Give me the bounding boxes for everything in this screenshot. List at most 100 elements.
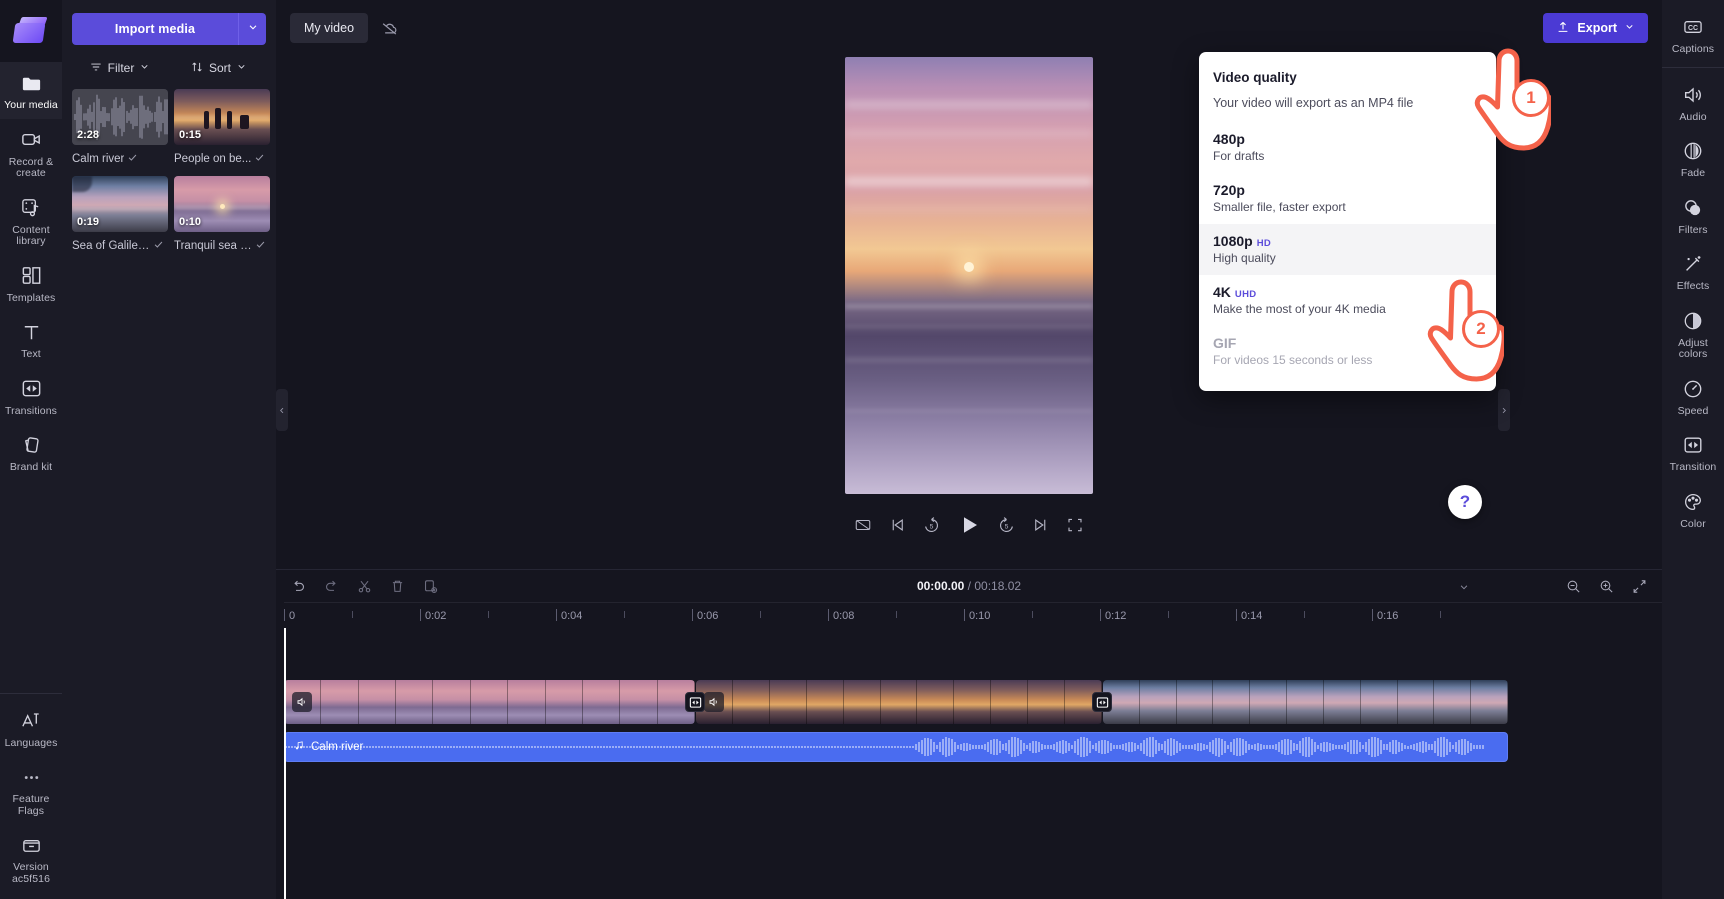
- cc-icon: CC: [1681, 15, 1705, 39]
- transition-marker[interactable]: [685, 692, 705, 712]
- sidebar-item-text[interactable]: Text: [0, 311, 62, 368]
- palette-icon: [1681, 490, 1705, 514]
- export-label: Export: [1577, 21, 1617, 35]
- right-item-filters[interactable]: Filters: [1662, 187, 1724, 244]
- sidebar-label: Feature Flags: [12, 793, 50, 817]
- sort-label: Sort: [208, 61, 231, 75]
- collapse-chevron-icon[interactable]: [1456, 580, 1472, 595]
- redo-icon[interactable]: [323, 578, 340, 595]
- right-item-speed[interactable]: Speed: [1662, 368, 1724, 425]
- export-button[interactable]: Export: [1543, 13, 1648, 43]
- media-thumbnail[interactable]: 0:19: [72, 176, 168, 232]
- media-item[interactable]: 0:15 People on be...: [174, 89, 270, 168]
- media-duration: 0:10: [179, 216, 202, 228]
- sort-button[interactable]: Sort: [171, 55, 266, 81]
- sidebar-item-feature-flags[interactable]: Feature Flags: [0, 756, 62, 824]
- option-label: 720p: [1213, 182, 1245, 198]
- right-item-color[interactable]: Color: [1662, 481, 1724, 538]
- media-item[interactable]: 2:28 Calm river: [72, 89, 168, 168]
- speaker-icon[interactable]: [292, 692, 312, 712]
- right-item-effects[interactable]: Effects: [1662, 243, 1724, 300]
- timeline-clip-galilee[interactable]: [1103, 680, 1508, 724]
- timeline-clip-tranquil[interactable]: [284, 680, 695, 724]
- import-media-button[interactable]: Import media: [72, 13, 238, 45]
- ruler-label: 0:12: [1105, 610, 1127, 622]
- zoom-out-icon[interactable]: [1565, 578, 1582, 595]
- scissors-icon[interactable]: [356, 578, 373, 595]
- transition-icon: [1681, 433, 1705, 457]
- export-option-720p[interactable]: 720p Smaller file, faster export: [1199, 173, 1496, 224]
- sidebar-item-your-media[interactable]: Your media: [0, 62, 62, 119]
- sidebar-item-templates[interactable]: Templates: [0, 255, 62, 312]
- transition-marker[interactable]: [1092, 692, 1112, 712]
- timeline-audio-clip[interactable]: Calm river: [284, 732, 1508, 762]
- play-button[interactable]: [957, 513, 981, 537]
- right-item-transition[interactable]: Transition: [1662, 424, 1724, 481]
- folder-icon: [19, 71, 43, 95]
- sidebar-item-version[interactable]: Version ac5f516: [0, 824, 62, 899]
- audio-waveform: [285, 733, 1507, 761]
- media-item[interactable]: 0:19 Sea of Galilee ...: [72, 176, 168, 255]
- option-desc: High quality: [1213, 251, 1276, 265]
- media-duration: 0:19: [77, 216, 100, 228]
- magic-wand-icon: [1681, 252, 1705, 276]
- contrast-icon: [1681, 309, 1705, 333]
- app-logo[interactable]: [0, 0, 62, 62]
- filter-button[interactable]: Filter: [72, 55, 167, 81]
- speaker-icon[interactable]: [704, 692, 724, 712]
- timeline-clip-people[interactable]: [696, 680, 1102, 724]
- sidebar-item-record-create[interactable]: Record & create: [0, 119, 62, 187]
- undo-icon[interactable]: [290, 578, 307, 595]
- import-media-dropdown-button[interactable]: [238, 13, 266, 45]
- media-item[interactable]: 0:10 Tranquil sea a...: [174, 176, 270, 255]
- forward-5-icon[interactable]: 5: [997, 516, 1016, 535]
- right-item-adjust-colors[interactable]: Adjust colors: [1662, 300, 1724, 368]
- ruler-tick-minor: [896, 611, 897, 618]
- collapse-left-panel-handle[interactable]: [276, 389, 288, 431]
- project-tab[interactable]: My video: [290, 13, 369, 43]
- sidebar-label: Text: [21, 348, 41, 360]
- ruler-tick: [692, 609, 693, 621]
- collapse-right-panel-handle[interactable]: [1498, 389, 1510, 431]
- option-desc: Make the most of your 4K media: [1213, 302, 1386, 316]
- fullscreen-icon[interactable]: [1066, 516, 1084, 534]
- video-preview[interactable]: [845, 57, 1093, 494]
- import-media-row: Import media: [72, 13, 266, 45]
- sidebar-item-languages[interactable]: Languages: [0, 700, 62, 757]
- media-name: Calm river: [72, 153, 125, 165]
- export-option-1080p[interactable]: 1080p HD High quality: [1199, 224, 1496, 275]
- upload-arrow-icon: [1556, 20, 1570, 37]
- help-button[interactable]: ?: [1448, 485, 1482, 519]
- right-item-audio[interactable]: Audio: [1662, 74, 1724, 131]
- trash-icon[interactable]: [389, 578, 406, 595]
- export-option-4k[interactable]: 4K UHD Make the most of your 4K media: [1199, 275, 1496, 326]
- sidebar-label: Transitions: [4, 404, 58, 417]
- media-thumbnail[interactable]: 0:10: [174, 176, 270, 232]
- sidebar-item-brand-kit[interactable]: Brand kit: [0, 424, 62, 481]
- sidebar-item-transitions[interactable]: Transitions: [0, 368, 62, 425]
- audio-clip-name: Calm river: [311, 741, 364, 753]
- media-thumbnail[interactable]: 0:15: [174, 89, 270, 145]
- ruler-label: 0:04: [561, 610, 583, 622]
- export-option-480p[interactable]: 480p For drafts: [1199, 122, 1496, 173]
- skip-next-icon[interactable]: [1032, 516, 1050, 534]
- sidebar-label: Record & create: [8, 155, 54, 179]
- duplicate-icon[interactable]: [422, 578, 439, 595]
- total-time: 00:18.02: [974, 579, 1022, 593]
- rewind-5-icon[interactable]: 5: [922, 516, 941, 535]
- content-library-icon: [19, 196, 43, 220]
- media-thumbnail[interactable]: 2:28: [72, 89, 168, 145]
- media-duration: 0:15: [179, 129, 202, 141]
- timeline-ruler[interactable]: 0 0:02 0:04 0:06 0:08 0:10 0:12 0:14 0:16: [284, 602, 1662, 628]
- top-bar: My video Export: [276, 0, 1662, 56]
- playhead[interactable]: [284, 628, 286, 899]
- captions-off-icon[interactable]: [854, 516, 872, 534]
- cloud-off-icon[interactable]: [374, 13, 404, 43]
- skip-previous-icon[interactable]: [888, 516, 906, 534]
- right-item-captions[interactable]: CC Captions: [1662, 6, 1724, 63]
- fit-screen-icon[interactable]: [1631, 578, 1648, 595]
- export-option-gif: GIF For videos 15 seconds or less: [1199, 326, 1496, 377]
- sidebar-item-content-library[interactable]: Content library: [0, 187, 62, 255]
- right-item-fade[interactable]: Fade: [1662, 130, 1724, 187]
- zoom-in-icon[interactable]: [1598, 578, 1615, 595]
